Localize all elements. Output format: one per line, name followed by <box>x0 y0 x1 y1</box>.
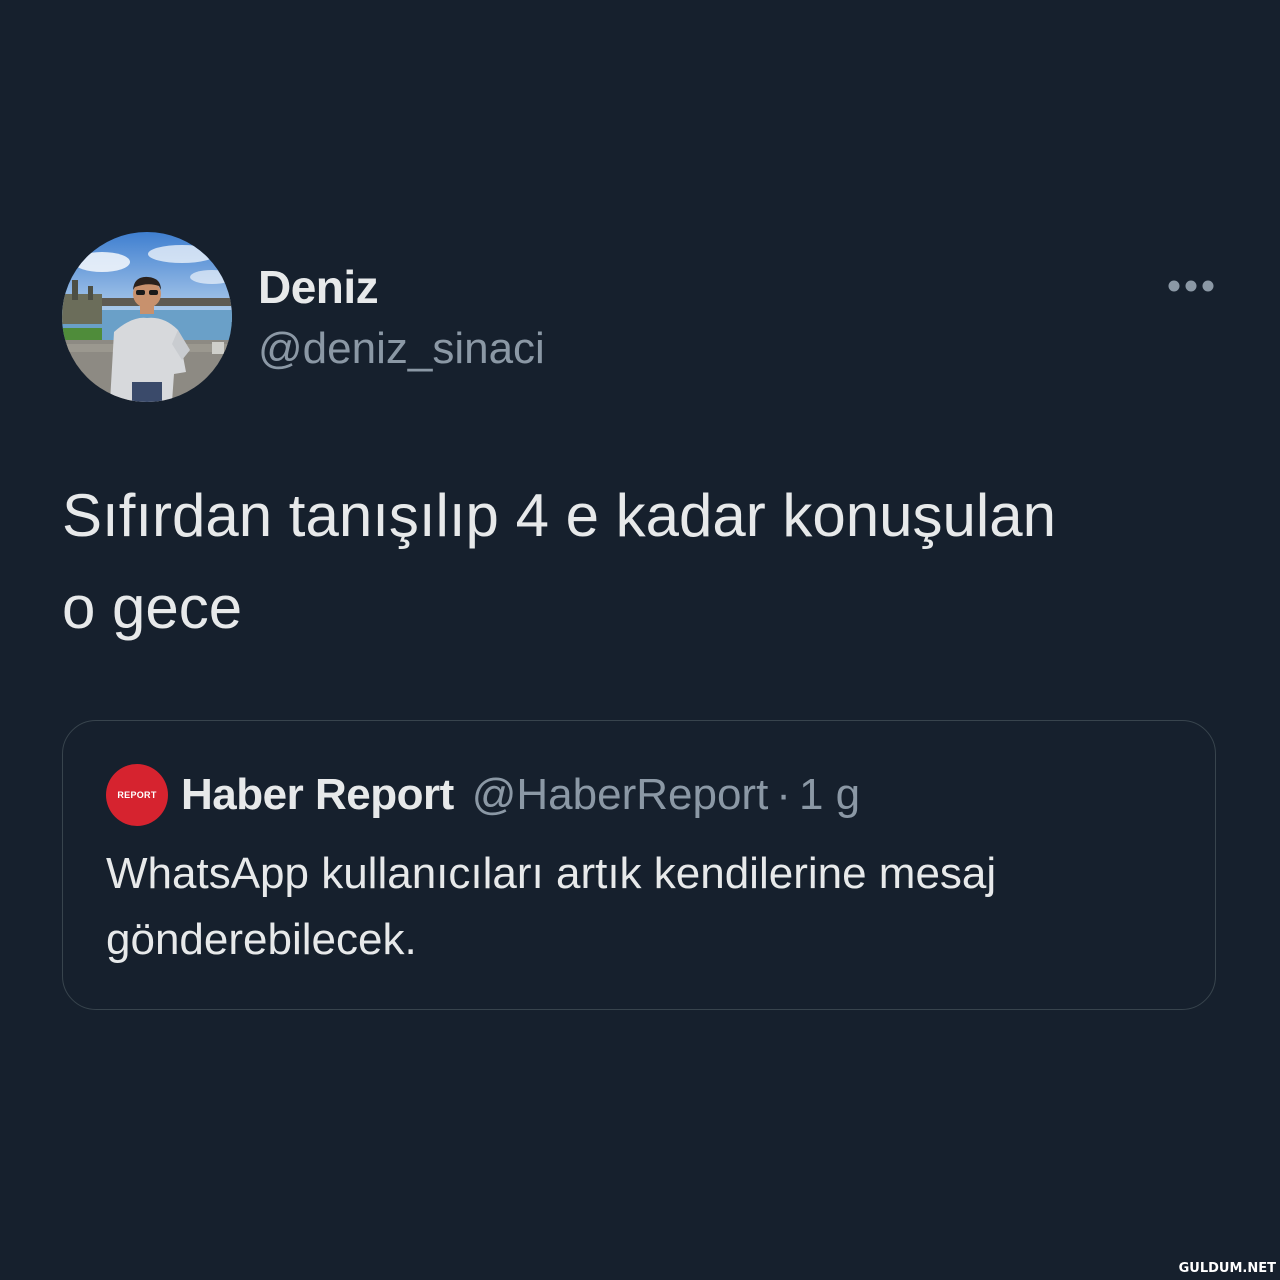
author-handle[interactable]: @deniz_sinaci <box>258 320 545 378</box>
more-options-button[interactable] <box>1164 270 1218 302</box>
quoted-tweet-text: WhatsApp kullanıcıları artık kendilerine… <box>106 849 997 964</box>
author-display-name[interactable]: Deniz <box>258 258 379 316</box>
more-horizontal-icon <box>1168 280 1214 292</box>
quoted-author-handle[interactable]: @HaberReport <box>472 770 769 820</box>
quoted-author-display-name[interactable]: Haber Report <box>181 770 454 820</box>
quoted-author-avatar[interactable]: REPORT <box>106 764 168 826</box>
tweet-text: Sıfırdan tanışılıp 4 e kadar konuşulan o… <box>62 482 1056 641</box>
author-avatar[interactable] <box>62 232 232 402</box>
quoted-tweet-time[interactable]: 1 g <box>799 770 860 820</box>
quoted-avatar-logo-text: REPORT <box>117 790 157 800</box>
avatar-photo <box>62 232 232 402</box>
quoted-tweet[interactable]: REPORT Haber Report @HaberReport · 1 g W… <box>62 720 1216 1010</box>
quoted-header-separator: · <box>776 770 791 819</box>
tweet: Deniz @deniz_sinaci Sıfırdan tanışılıp 4… <box>0 0 1280 1280</box>
quoted-tweet-header: Haber Report @HaberReport · 1 g <box>181 765 860 825</box>
watermark: GULDUM.NET <box>1178 1261 1276 1276</box>
